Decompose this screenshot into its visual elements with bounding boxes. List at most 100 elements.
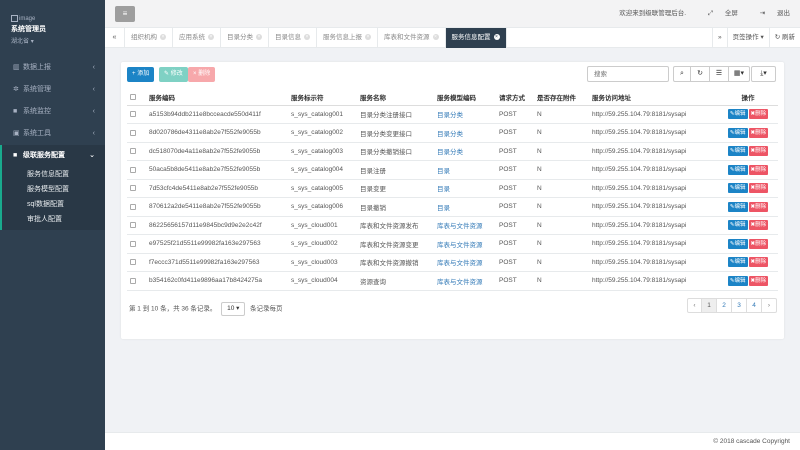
fullscreen-button[interactable]: ⤢ 全屏 — [698, 10, 738, 17]
tab-close-icon[interactable]: × — [493, 34, 500, 41]
toggle-view-button[interactable]: ☰ — [710, 66, 729, 82]
add-button[interactable]: + 添加 — [127, 67, 155, 82]
refresh-table-button[interactable]: ↻ — [691, 66, 710, 82]
row-edit-button[interactable]: ✎编辑 — [727, 127, 748, 138]
pagination-page-4[interactable]: 4 — [747, 298, 762, 313]
row-checkbox-cell[interactable] — [127, 234, 146, 254]
pagination-page-3[interactable]: 3 — [732, 298, 747, 313]
cell-model[interactable]: 目录 — [434, 160, 496, 180]
table-row[interactable]: b354162c0fd411e9896aa17b8424275a s_sys_cl… — [127, 271, 778, 291]
row-delete-button[interactable]: ✖删除 — [748, 164, 769, 175]
sidebar-item-cascade-config[interactable]: ■ 级联服务配置 ⌄ — [0, 145, 105, 167]
cell-model[interactable]: 目录分类 — [434, 123, 496, 143]
row-checkbox[interactable] — [130, 148, 136, 155]
export-dropdown[interactable]: ⤓▾ — [751, 66, 776, 82]
table-row[interactable]: a5153b94ddb211e8bcceacde550d411f s_sys_ca… — [127, 105, 778, 124]
header-model-code[interactable]: 服务模型编码 — [434, 90, 496, 106]
row-checkbox-cell[interactable] — [127, 216, 146, 235]
row-edit-button[interactable]: ✎编辑 — [727, 201, 748, 212]
tab-close-icon[interactable]: × — [432, 34, 439, 41]
tab-0[interactable]: 组织机构 × — [125, 28, 173, 48]
user-region-dropdown[interactable]: 湖北省 ▾ — [11, 36, 105, 45]
pagination-page-2[interactable]: 2 — [717, 298, 732, 313]
header-service-url[interactable]: 服务访问地址 — [589, 90, 715, 106]
cell-model[interactable]: 库表与文件资源 — [434, 271, 496, 291]
row-checkbox[interactable] — [130, 259, 136, 266]
tab-1[interactable]: 应用系统 × — [173, 28, 221, 48]
select-all-checkbox-cell[interactable] — [127, 90, 146, 106]
tab-2[interactable]: 目录分类 × — [221, 28, 269, 48]
sidebar-item-system-tools[interactable]: ▣ 系统工具 ‹ — [0, 123, 105, 145]
tab-close-icon[interactable]: × — [365, 34, 371, 41]
header-service-code[interactable]: 服务编码 — [146, 90, 288, 106]
table-row[interactable]: 870612a2de5411e8ab2e7f552fe9055b s_sys_ca… — [127, 197, 778, 217]
cell-model[interactable]: 目录分类 — [434, 105, 496, 124]
row-checkbox[interactable] — [130, 129, 136, 136]
row-checkbox[interactable] — [130, 240, 136, 247]
pagination-next-button[interactable]: › — [762, 298, 777, 313]
row-checkbox-cell[interactable] — [127, 123, 146, 143]
table-row[interactable]: dc518070de4a11e8ab2e7f552fe9055b s_sys_ca… — [127, 142, 778, 161]
table-row[interactable]: 8d020786de4311e8ab2e7f552fe9055b s_sys_ca… — [127, 123, 778, 143]
row-edit-button[interactable]: ✎编辑 — [727, 109, 748, 120]
tab-close-icon[interactable]: × — [208, 34, 214, 41]
tab-close-icon[interactable]: × — [304, 34, 310, 41]
sidebar-item-system-manage[interactable]: ✲ 系统管理 ‹ — [0, 79, 105, 101]
tab-close-icon[interactable]: × — [160, 34, 166, 41]
row-checkbox[interactable] — [130, 111, 136, 118]
row-delete-button[interactable]: ✖删除 — [748, 238, 769, 249]
row-delete-button[interactable]: ✖删除 — [748, 275, 769, 286]
cell-model[interactable]: 库表与文件资源 — [434, 234, 496, 254]
page-ops-dropdown[interactable]: 页签操作 ▾ — [726, 28, 769, 48]
cell-model[interactable]: 目录 — [434, 197, 496, 217]
refresh-button[interactable]: ↻ 刷新 — [768, 28, 800, 48]
header-request-method[interactable]: 请求方式 — [496, 90, 534, 106]
menu-toggle-button[interactable]: ≡ — [115, 6, 135, 22]
sidebar-subitem-service-info[interactable]: 服务信息配置 — [2, 167, 105, 182]
cell-model[interactable]: 目录分类 — [434, 142, 496, 161]
logout-button[interactable]: ⇥ 退出 — [750, 10, 790, 17]
row-checkbox-cell[interactable] — [127, 160, 146, 180]
cell-model[interactable]: 库表与文件资源 — [434, 216, 496, 235]
sidebar-item-system-monitor[interactable]: ■ 系统监控 ‹ — [0, 101, 105, 123]
row-delete-button[interactable]: ✖删除 — [748, 220, 769, 231]
table-row[interactable]: 86225656157d11e9845bc9d9e2e2c42f s_sys_cl… — [127, 216, 778, 235]
columns-dropdown[interactable]: ▦▾ — [729, 66, 750, 82]
search-input[interactable] — [587, 66, 669, 82]
row-edit-button[interactable]: ✎编辑 — [727, 238, 748, 249]
tab-3[interactable]: 目录信息 × — [269, 28, 317, 48]
tabs-scroll-right-button[interactable]: » — [712, 28, 727, 48]
row-delete-button[interactable]: ✖删除 — [748, 146, 769, 157]
table-row[interactable]: f7eccc371d5511e99982fa163e297563 s_sys_cl… — [127, 253, 778, 272]
edit-button[interactable]: ✎ 修改 — [159, 67, 188, 82]
header-has-attachment[interactable]: 是否存在附件 — [534, 90, 589, 106]
sidebar-subitem-service-model[interactable]: 服务模型配置 — [2, 182, 105, 197]
row-edit-button[interactable]: ✎编辑 — [727, 275, 748, 286]
tab-close-icon[interactable]: × — [256, 34, 262, 41]
page-size-dropdown[interactable]: 10 ▾ — [221, 302, 246, 316]
row-checkbox[interactable] — [130, 166, 136, 173]
pagination-prev-button[interactable]: ‹ — [687, 298, 702, 313]
row-delete-button[interactable]: ✖删除 — [748, 201, 769, 212]
table-row[interactable]: 50aca5b8de5411e8ab2e7f552fe9055b s_sys_ca… — [127, 160, 778, 180]
row-checkbox[interactable] — [130, 185, 136, 192]
row-edit-button[interactable]: ✎编辑 — [727, 183, 748, 194]
row-checkbox-cell[interactable] — [127, 197, 146, 217]
row-edit-button[interactable]: ✎编辑 — [727, 146, 748, 157]
tabs-scroll-left-button[interactable]: « — [105, 28, 125, 48]
row-edit-button[interactable]: ✎编辑 — [727, 164, 748, 175]
sidebar-subitem-sql-data[interactable]: sql数据配置 — [2, 197, 105, 212]
row-delete-button[interactable]: ✖删除 — [748, 257, 769, 268]
row-checkbox-cell[interactable] — [127, 105, 146, 124]
row-checkbox-cell[interactable] — [127, 271, 146, 291]
select-all-checkbox[interactable] — [130, 94, 136, 101]
tab-6[interactable]: 服务信息配置 × — [445, 28, 507, 48]
cell-model[interactable]: 库表与文件资源 — [434, 253, 496, 272]
cell-model[interactable]: 目录 — [434, 179, 496, 198]
table-row[interactable]: 7d53cfc4de5411e8ab2e7f552fe9055b s_sys_ca… — [127, 179, 778, 198]
delete-button[interactable]: × 删除 — [188, 67, 216, 82]
tab-5[interactable]: 库表和文件资源 × — [378, 28, 446, 48]
row-checkbox-cell[interactable] — [127, 253, 146, 272]
row-checkbox[interactable] — [130, 222, 136, 229]
header-service-ident[interactable]: 服务标示符 — [288, 90, 357, 106]
